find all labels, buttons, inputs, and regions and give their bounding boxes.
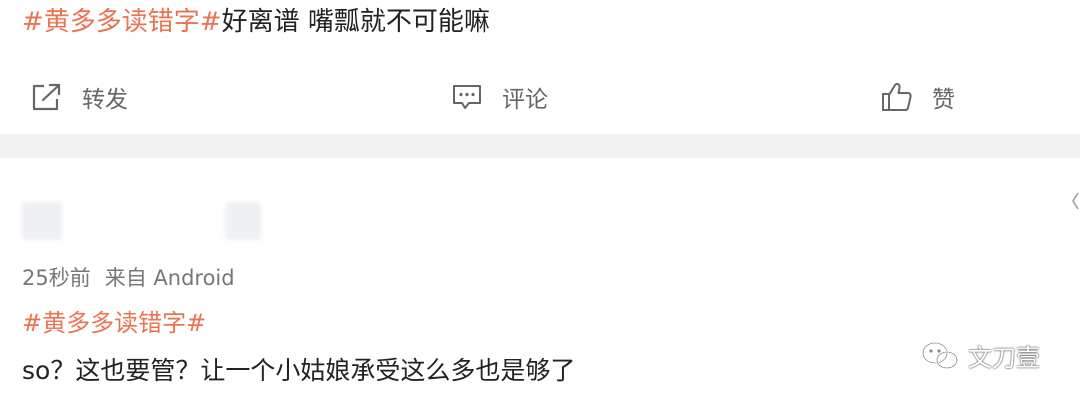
feed: #黄多多读错字#好离谱 嘴瓢就不可能嘛 转发 评论 赞 25秒前 来自 Andr… bbox=[0, 0, 1080, 401]
chevron-down-icon[interactable] bbox=[1070, 190, 1080, 212]
post-text: so？这也要管？让一个小姑娘承受这么多也是够了 bbox=[22, 356, 576, 385]
post-meta: 25秒前 来自 Android bbox=[22, 262, 235, 292]
thumbs-up-icon bbox=[880, 81, 914, 113]
post-timestamp: 25秒前 bbox=[22, 266, 91, 290]
post-action-bar: 转发 评论 赞 bbox=[0, 74, 1080, 120]
blurred-avatar bbox=[22, 202, 62, 240]
comment-label: 评论 bbox=[502, 87, 548, 113]
like-button[interactable]: 赞 bbox=[880, 74, 955, 120]
wechat-icon bbox=[920, 340, 960, 372]
comment-icon bbox=[450, 82, 484, 112]
blurred-username bbox=[225, 202, 261, 240]
repost-button[interactable]: 转发 bbox=[30, 74, 128, 120]
post-hashtag-link[interactable]: #黄多多读错字# bbox=[22, 303, 206, 338]
post-text: 好离谱 嘴瓢就不可能嘛 bbox=[221, 7, 490, 37]
post-source: 来自 Android bbox=[104, 266, 235, 290]
like-label: 赞 bbox=[932, 87, 955, 113]
post-body: #黄多多读错字#好离谱 嘴瓢就不可能嘛 bbox=[22, 4, 490, 40]
repost-icon bbox=[30, 82, 64, 112]
watermark: 文刀壹 bbox=[920, 338, 1040, 373]
section-divider bbox=[0, 134, 1080, 158]
watermark-text: 文刀壹 bbox=[968, 344, 1040, 372]
repost-label: 转发 bbox=[82, 87, 128, 113]
post-hashtag-link[interactable]: #黄多多读错字# bbox=[22, 7, 222, 37]
comment-button[interactable]: 评论 bbox=[450, 74, 548, 120]
